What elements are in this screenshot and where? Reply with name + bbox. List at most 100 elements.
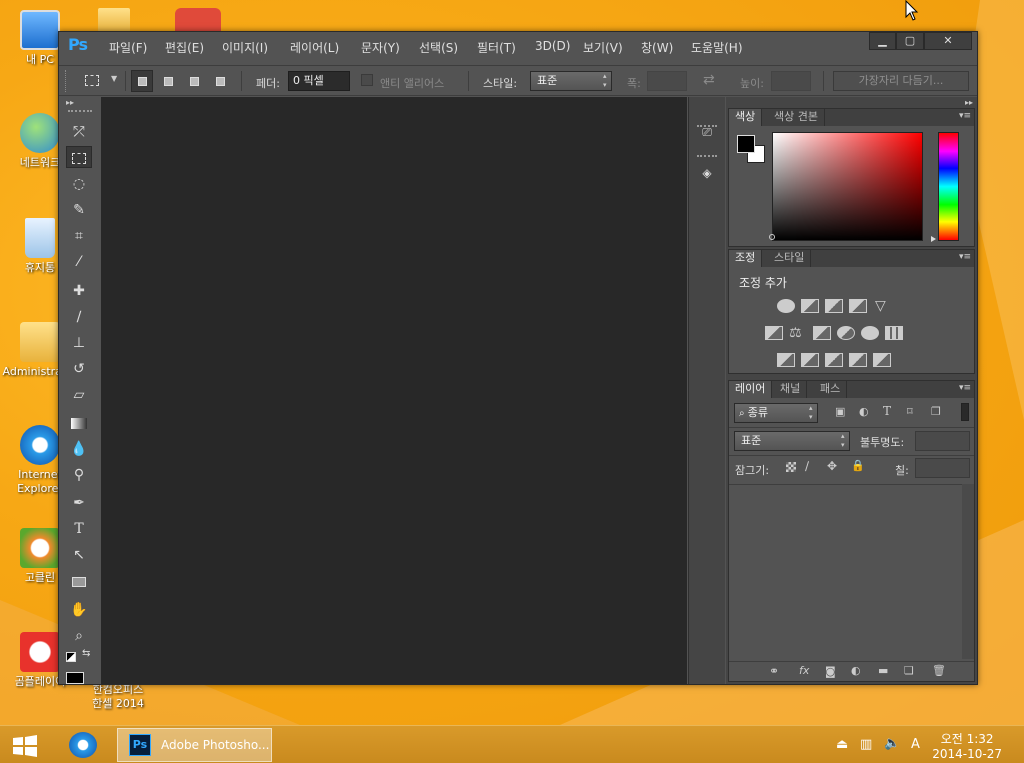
layer-style-icon[interactable]: fx [799, 664, 809, 677]
fill-input[interactable] [915, 458, 970, 478]
clone-stamp-tool-icon[interactable]: ⊥ [66, 332, 92, 354]
history-panel-icon[interactable]: ⎚ [693, 119, 721, 145]
antialias-checkbox[interactable] [361, 74, 373, 86]
new-group-icon[interactable]: ▬ [878, 664, 888, 677]
levels-icon[interactable] [801, 299, 819, 313]
color-field[interactable] [772, 132, 923, 241]
new-adjustment-layer-icon[interactable]: ◐ [851, 664, 861, 677]
dodge-tool-icon[interactable]: ⚲ [66, 464, 92, 486]
filter-smart-object-icon[interactable]: ❐ [931, 405, 941, 418]
tab-swatches[interactable]: 색상 견본 [768, 109, 825, 126]
hand-tool-icon[interactable]: ✋ [66, 599, 92, 621]
minimize-button[interactable]: ▁ [869, 32, 896, 50]
posterize-icon[interactable] [801, 353, 819, 367]
tab-styles[interactable]: 스타일 [768, 250, 812, 267]
layer-mask-icon[interactable]: ◙ [825, 665, 836, 678]
canvas-area[interactable] [101, 97, 687, 684]
subtract-from-selection-button[interactable] [183, 70, 205, 92]
menu-file[interactable]: 파일(F) [109, 39, 147, 56]
foreground-color-swatch[interactable] [737, 135, 755, 153]
tab-layers[interactable]: 레이어 [729, 381, 773, 398]
curves-icon[interactable] [825, 299, 843, 313]
panel-menu-icon[interactable]: ▾≡ [959, 383, 971, 393]
add-to-selection-button[interactable] [157, 70, 179, 92]
maximize-button[interactable]: ▢ [896, 32, 924, 50]
options-grip[interactable] [65, 70, 68, 92]
volume-icon[interactable]: 🔈 [884, 736, 900, 751]
healing-brush-tool-icon[interactable]: ✚ [66, 280, 92, 302]
toolbox-collapse-icon[interactable]: ▸▸ [66, 98, 74, 107]
brush-tool-icon[interactable]: ∕ [66, 306, 92, 328]
crop-tool-icon[interactable]: ⌗ [66, 225, 92, 247]
quick-selection-tool-icon[interactable]: ✎ [66, 199, 92, 221]
link-layers-icon[interactable]: ⚭ [769, 664, 779, 678]
new-selection-button[interactable] [131, 70, 153, 92]
partial-app-icon[interactable] [175, 8, 221, 32]
layer-filter-dropdown[interactable]: ⌕ 종류 [734, 403, 818, 423]
3d-panel-icon[interactable]: ◈ [693, 160, 721, 186]
lasso-tool-icon[interactable]: ◌ [66, 173, 92, 195]
height-input[interactable] [771, 71, 811, 91]
filter-pixel-icon[interactable]: ▣ [835, 405, 845, 418]
menu-filter[interactable]: 필터(T) [477, 39, 516, 56]
photo-filter-icon[interactable] [837, 326, 855, 340]
menu-image[interactable]: 이미지(I) [222, 39, 268, 56]
eraser-tool-icon[interactable]: ▱ [66, 384, 92, 406]
zoom-tool-icon[interactable]: ⌕ [66, 625, 92, 647]
tab-adjustments[interactable]: 조정 [729, 250, 763, 267]
color-lookup-icon[interactable] [885, 326, 903, 340]
lock-transparency-icon[interactable] [786, 462, 796, 472]
layers-scrollbar[interactable] [962, 484, 974, 659]
ime-indicator[interactable]: A [911, 737, 920, 752]
threshold-icon[interactable] [825, 353, 843, 367]
intersect-selection-button[interactable] [209, 70, 231, 92]
tab-paths[interactable]: 패스 [814, 381, 848, 398]
swap-dimensions-icon[interactable]: ⇄ [703, 72, 715, 88]
selective-color-icon[interactable] [873, 353, 891, 367]
vibrance-icon[interactable]: ▽ [875, 299, 893, 313]
move-tool-icon[interactable]: ⤱ [66, 121, 92, 143]
color-balance-icon[interactable]: ⚖ [789, 326, 807, 340]
taskbar-photoshop-button[interactable]: Ps Adobe Photosho... [117, 728, 272, 762]
style-dropdown[interactable]: 표준 [530, 71, 612, 91]
invert-icon[interactable] [777, 353, 795, 367]
lock-all-icon[interactable]: 🔒 [851, 459, 865, 472]
refine-edge-button[interactable]: 가장자리 다듬기... [833, 71, 969, 91]
taskbar-ie-button[interactable] [66, 730, 100, 760]
eyedropper-tool-icon[interactable]: ⁄ [66, 251, 92, 273]
clock[interactable]: 오전 1:32 2014-10-27 [932, 732, 1002, 762]
brightness-contrast-icon[interactable] [777, 299, 795, 313]
exposure-icon[interactable] [849, 299, 867, 313]
toolbox-grip[interactable] [68, 110, 92, 113]
delete-layer-icon[interactable]: 🗑 [932, 664, 946, 677]
tool-preset-picker[interactable]: ▼ [83, 71, 119, 91]
history-brush-tool-icon[interactable]: ↺ [66, 358, 92, 380]
path-selection-tool-icon[interactable]: ↖ [66, 544, 92, 566]
swap-colors-icon[interactable]: ⇆ [82, 648, 90, 659]
tab-color[interactable]: 색상 [729, 109, 763, 126]
rectangular-marquee-tool-icon[interactable] [66, 146, 92, 168]
foreground-color-swatch[interactable] [66, 672, 84, 684]
new-layer-icon[interactable]: ❏ [904, 664, 914, 677]
lock-position-icon[interactable]: ✥ [827, 459, 837, 473]
gradient-map-icon[interactable] [849, 353, 867, 367]
hue-slider[interactable] [938, 132, 959, 241]
menu-3d[interactable]: 3D(D) [535, 39, 570, 53]
network-tray-icon[interactable]: ▥ [860, 737, 872, 752]
filter-type-icon[interactable]: T [883, 404, 891, 418]
dock-grip[interactable] [697, 155, 717, 158]
lock-pixels-icon[interactable]: ∕ [805, 459, 809, 473]
black-white-icon[interactable] [813, 326, 831, 340]
menu-edit[interactable]: 편집(E) [165, 39, 204, 56]
menu-help[interactable]: 도움말(H) [691, 39, 743, 56]
blur-tool-icon[interactable]: 💧 [66, 438, 92, 460]
filter-adjustment-icon[interactable]: ◐ [859, 405, 869, 418]
tab-channels[interactable]: 채널 [774, 381, 808, 398]
menu-layer[interactable]: 레이어(L) [290, 39, 339, 56]
width-input[interactable] [647, 71, 687, 91]
filter-shape-icon[interactable]: ⌑ [907, 405, 913, 418]
opacity-input[interactable] [915, 431, 970, 451]
ps-logo[interactable]: Ps [68, 35, 88, 54]
channel-mixer-icon[interactable] [861, 326, 879, 340]
blend-mode-dropdown[interactable]: 표준 [734, 431, 850, 451]
